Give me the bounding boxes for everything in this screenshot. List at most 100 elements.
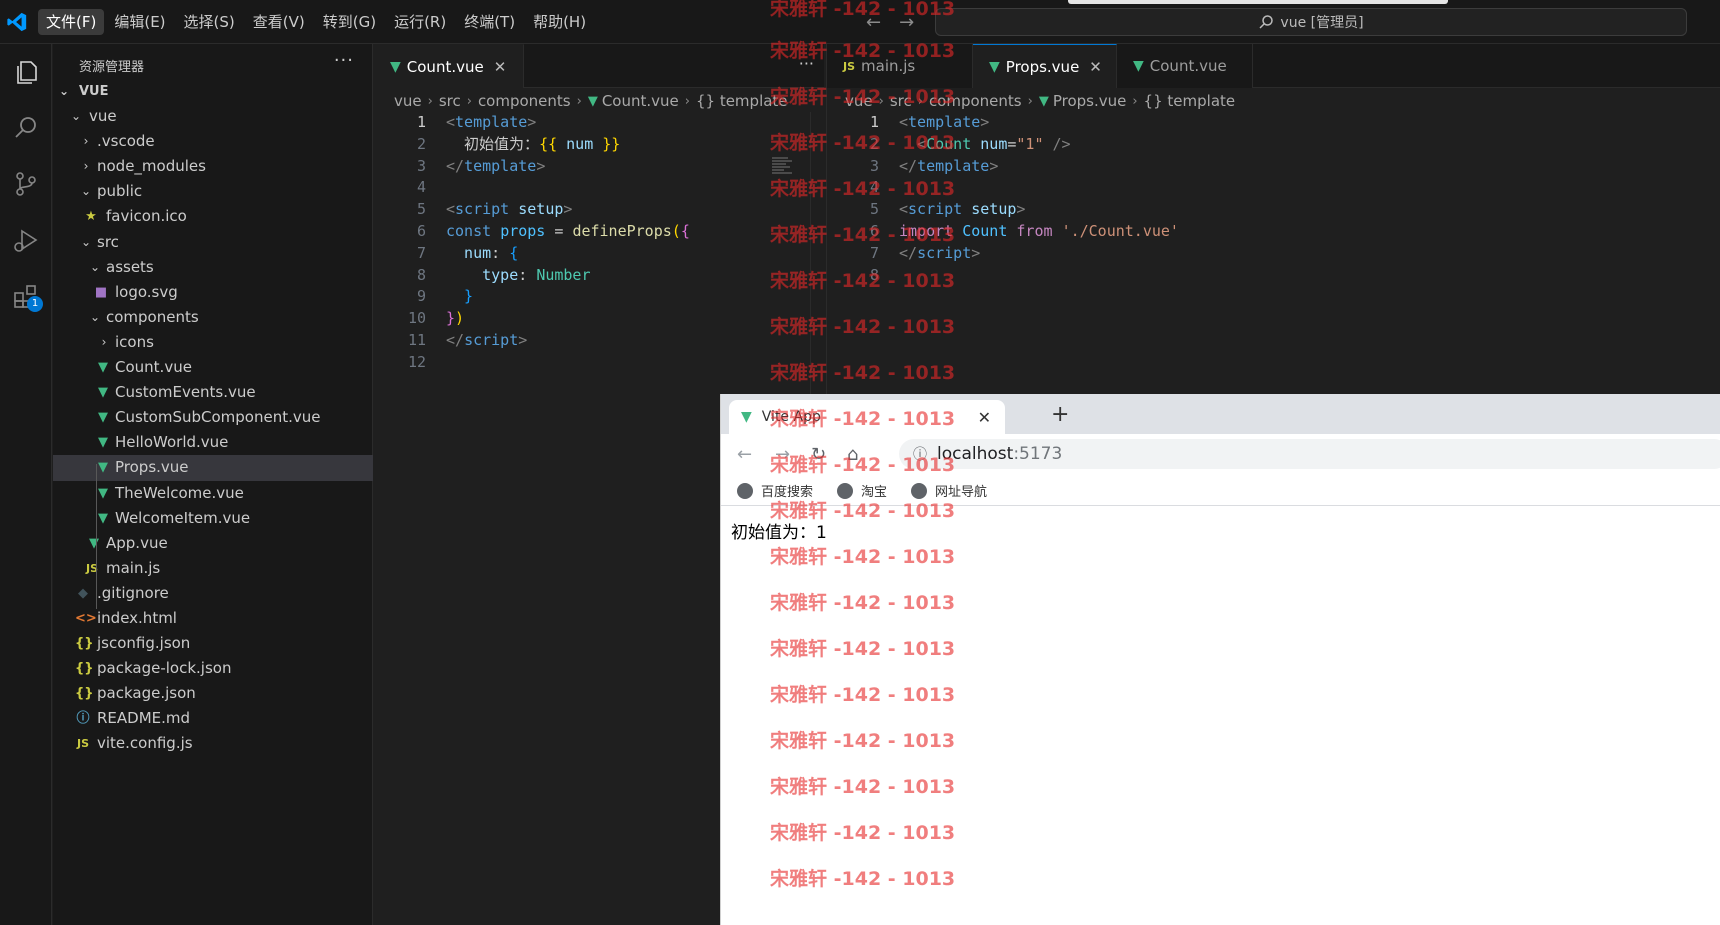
tree-file-gitignore[interactable]: ◆ .gitignore [53,581,373,606]
close-icon[interactable]: ✕ [494,58,507,76]
tree-folder-vue[interactable]: ⌄ vue [53,104,373,129]
more-actions-icon[interactable]: ··· [334,50,354,71]
site-info-icon[interactable]: ⓘ [913,444,927,464]
address-bar[interactable]: ⓘ localhost:5173 [899,439,1720,469]
back-arrow-icon[interactable]: ← [866,12,881,33]
new-tab-icon[interactable]: + [1051,402,1069,427]
breadcrumb-item[interactable]: {} template [1144,92,1236,110]
line-number: 1 [416,113,426,131]
breadcrumb-item[interactable]: vue [394,92,422,110]
browser-tabstrip: ▼ Vite App ✕ + [721,394,1720,434]
browser-window: ▼ Vite App ✕ + ← → ↻ ⌂ ⓘ localhost:5173 … [720,394,1720,925]
minimap[interactable] [772,156,794,188]
code-line: 6 const props = defineProps({ [374,221,824,243]
tree-file-helloworld-vue[interactable]: ▼ HelloWorld.vue [53,430,373,455]
menu-file[interactable]: 文件(F) [38,9,105,35]
browser-tab[interactable]: ▼ Vite App ✕ [729,400,1005,434]
breadcrumb-item[interactable]: {} template [696,92,788,110]
code-line: 3 </template> [827,156,1720,178]
code-line: 5 <script setup> [374,199,824,221]
breadcrumb-item[interactable]: Props.vue [1053,92,1127,110]
breadcrumb-item[interactable]: components [929,92,1022,110]
tree-file-props-vue[interactable]: ▼ Props.vue [53,455,373,481]
editor-more-icon[interactable]: ··· [799,54,814,73]
tree-folder-node-modules[interactable]: › node_modules [53,154,373,179]
tree-folder-vscode[interactable]: › .vscode [53,129,373,154]
json-file-icon: {} [75,636,94,652]
tree-folder-icons[interactable]: › icons [53,330,373,355]
tree-file-jsconfig-json[interactable]: {} jsconfig.json [53,631,373,656]
bookmark-taobao[interactable]: 淘宝 [837,481,887,500]
tree-file-welcomeitem-vue[interactable]: ▼ WelcomeItem.vue [53,506,373,531]
vue-file-icon: ▼ [98,460,108,476]
tree-folder-public[interactable]: ⌄ public [53,179,373,204]
line-number: 3 [869,156,879,175]
tree-folder-assets[interactable]: ⌄ assets [53,255,373,280]
tree-file-main-js[interactable]: JS main.js [53,556,373,581]
chevron-down-icon: ⌄ [80,234,92,249]
close-icon[interactable]: ✕ [1089,58,1102,76]
menu-go[interactable]: 转到(G) [315,9,384,35]
url-host: localhost [937,444,1014,464]
tree-file-thewelcome-vue[interactable]: ▼ TheWelcome.vue [53,481,373,506]
tree-file-app-vue[interactable]: ▼ App.vue [53,531,373,556]
breadcrumb-item[interactable]: Count.vue [602,92,679,110]
forward-arrow-icon[interactable]: → [899,12,914,33]
tree-folder-src[interactable]: ⌄ src [53,230,373,255]
breadcrumb-item[interactable]: src [890,92,912,110]
tree-file-customevents-vue[interactable]: ▼ CustomEvents.vue [53,380,373,405]
git-file-icon: ◆ [78,585,88,601]
breadcrumb-item[interactable]: src [439,92,461,110]
menu-view[interactable]: 查看(V) [245,9,313,35]
tab-count-vue-2[interactable]: ▼ Count.vue [1117,44,1253,88]
browser-tab-title: Vite App [761,409,821,425]
tree-file-index-html[interactable]: <> index.html [53,606,373,631]
breadcrumb-item[interactable]: components [478,92,571,110]
home-icon[interactable]: ⌂ [847,444,858,465]
command-center[interactable]: vue [管理员] [935,8,1687,36]
tab-main-js[interactable]: JS main.js [827,44,973,88]
menu-selection[interactable]: 选择(S) [176,9,243,35]
code-text: <template> [446,113,537,131]
tab-props-vue[interactable]: ▼ Props.vue ✕ [973,44,1117,88]
tree-folder-components[interactable]: ⌄ components [53,305,373,330]
menu-terminal[interactable]: 终端(T) [456,9,523,35]
tree-file-customsubcomponent-vue[interactable]: ▼ CustomSubComponent.vue [53,405,373,430]
reload-icon[interactable]: ↻ [811,444,826,465]
close-icon[interactable]: ✕ [978,408,991,427]
history-nav: ← → [866,12,914,33]
line-number: 8 [416,265,426,284]
forward-arrow-icon[interactable]: → [775,444,790,465]
menu-help[interactable]: 帮助(H) [525,9,594,35]
vue-file-icon: ▼ [587,93,598,109]
tree-file-favicon[interactable]: ★ favicon.ico [53,204,373,229]
menu-edit[interactable]: 编辑(E) [106,9,173,35]
run-debug-activity[interactable] [8,222,44,258]
tree-file-count-vue[interactable]: ▼ Count.vue [53,355,373,380]
bookmark-nav[interactable]: 网址导航 [911,481,987,500]
source-control-activity[interactable] [8,166,44,202]
scrollbar-track[interactable] [810,112,811,432]
extensions-activity[interactable]: 1 [8,278,44,314]
code-editor-right[interactable]: 1 <template> 2 <Count num="1" /> 3 </templ… [827,112,1720,286]
tree-file-package-json[interactable]: {} package.json [53,681,373,706]
vscode-logo-icon [7,12,27,32]
tab-count-vue[interactable]: ▼ Count.vue ✕ [374,44,524,88]
line-number: 3 [416,156,426,175]
bookmark-baidu[interactable]: 百度搜索 [737,481,813,500]
menu-run[interactable]: 运行(R) [386,9,454,35]
tree-file-logo-svg[interactable]: ■ logo.svg [53,280,373,305]
tree-file-readme[interactable]: ⓘ README.md [53,706,373,731]
command-center-label: vue [管理员] [1280,15,1364,31]
explorer-activity[interactable] [8,54,44,90]
search-activity[interactable] [8,110,44,146]
code-text: } [446,287,474,306]
tree-file-package-lock-json[interactable]: {} package-lock.json [53,656,373,681]
back-arrow-icon[interactable]: ← [737,444,752,465]
line-number: 10 [407,309,426,328]
root-folder[interactable]: ⌄ VUE [53,79,373,104]
code-editor-left[interactable]: 1 <template> 2 初始值为：{{ num }} 3 </template… [374,112,824,374]
tree-file-vite-config-js[interactable]: JS vite.config.js [53,731,373,756]
breadcrumb-item[interactable]: vue [845,92,873,110]
code-text: num: { [446,243,519,262]
